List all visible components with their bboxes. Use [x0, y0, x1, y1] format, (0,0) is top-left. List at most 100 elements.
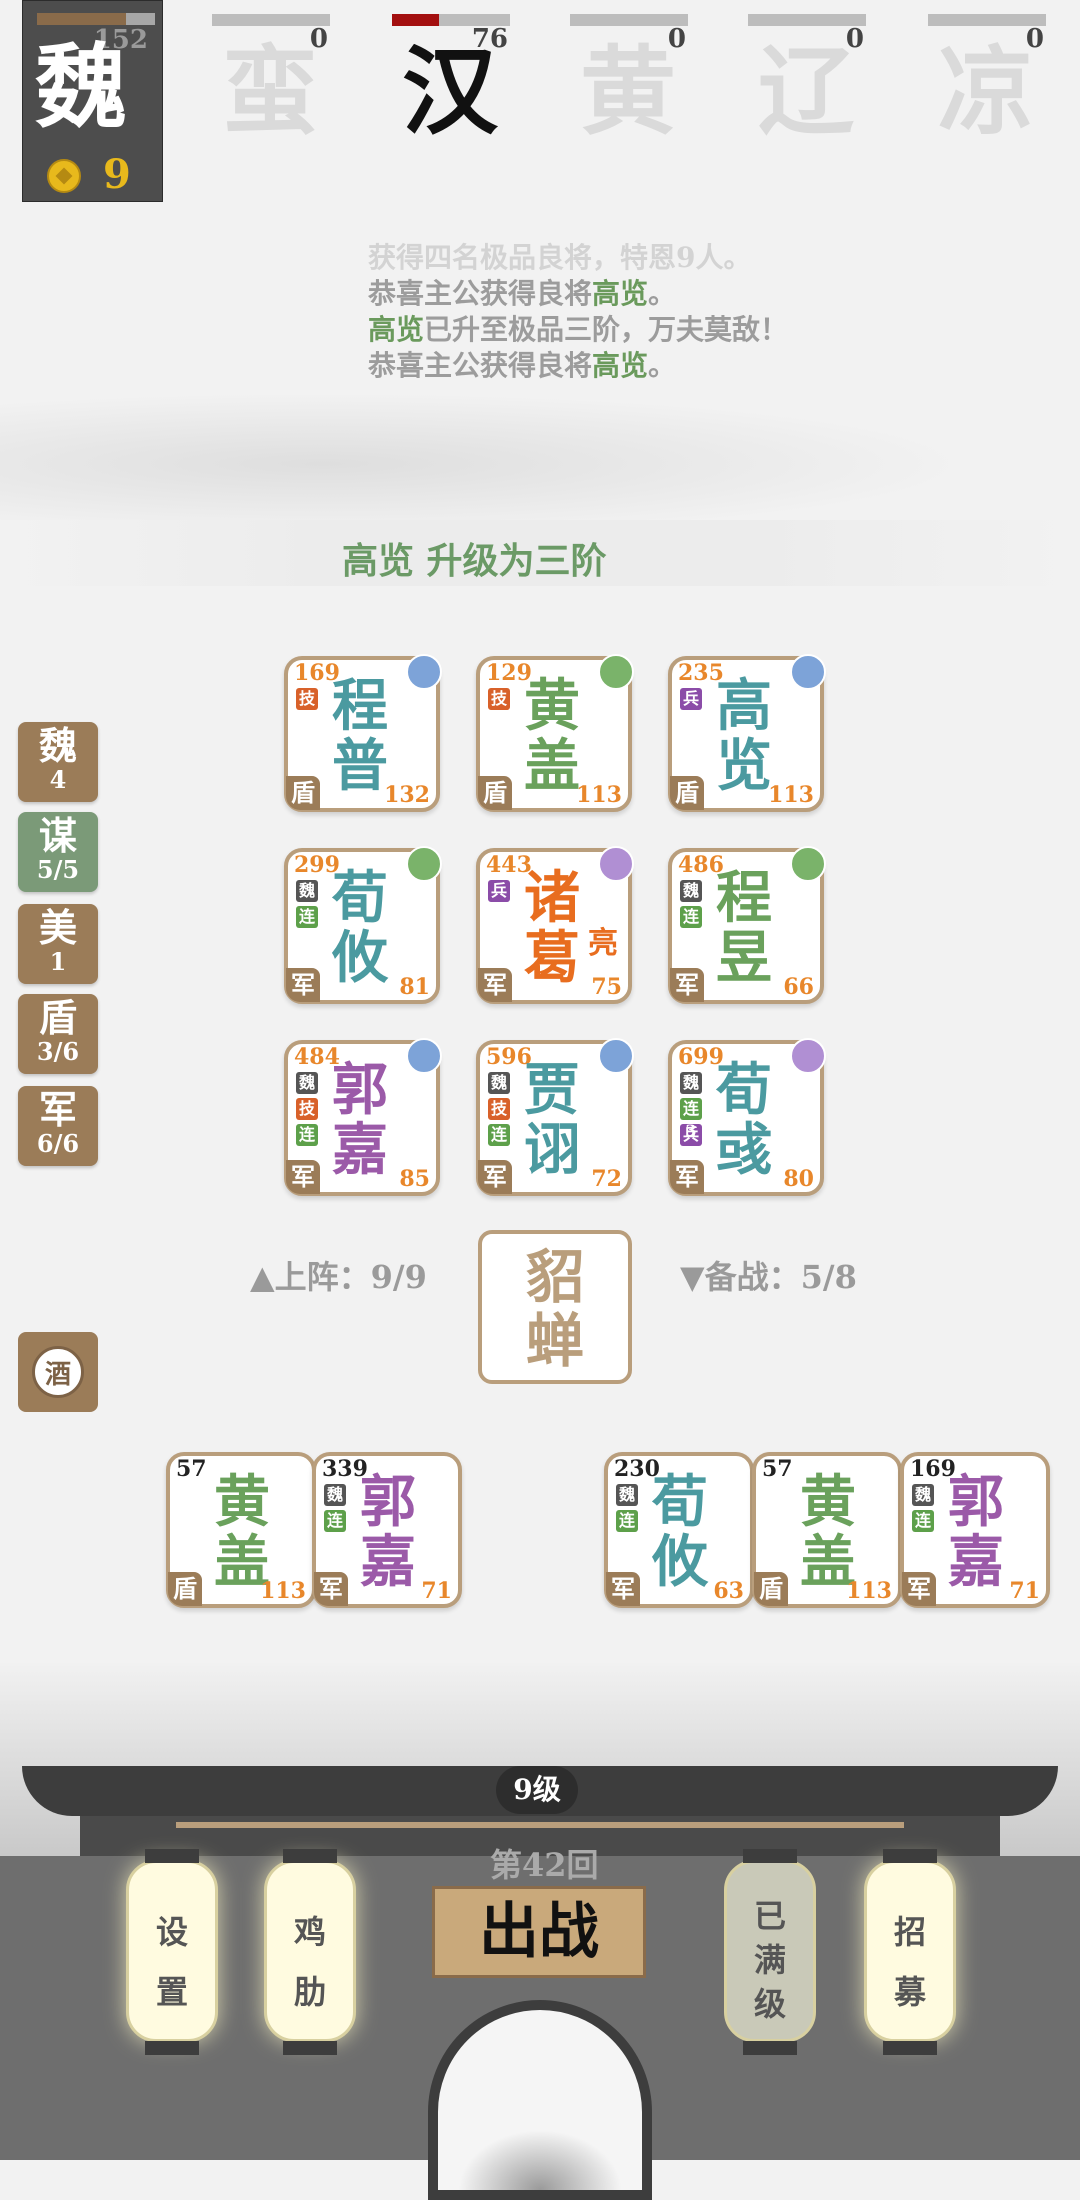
- card-tag: 魏: [488, 1072, 510, 1094]
- card-name-2: 嘉: [360, 1529, 416, 1595]
- card-tag: 兵: [680, 1124, 702, 1146]
- tab-shield[interactable]: 盾 3/6: [18, 994, 98, 1074]
- weapon-icon: [790, 1038, 826, 1074]
- rival-faction-1[interactable]: 76 汉: [392, 10, 510, 140]
- tab-strategy[interactable]: 谋 5/5: [18, 812, 98, 892]
- promotion-banner: 高览 升级为三阶: [0, 520, 1080, 586]
- card-name-2: 盖: [524, 733, 580, 799]
- formation-card[interactable]: 235 兵高览盾 113: [668, 654, 826, 812]
- tab-army[interactable]: 军 6/6: [18, 1086, 98, 1166]
- card-name-2: 诩: [524, 1117, 580, 1183]
- round-label: 第42回: [490, 1846, 599, 1884]
- card-tag: 魏: [324, 1484, 346, 1506]
- card-tag: 魏: [296, 880, 318, 902]
- card-tags: 兵: [680, 688, 706, 714]
- formation-card[interactable]: 129 技黄盖盾 113: [476, 654, 634, 812]
- card-class: 军: [670, 1160, 704, 1194]
- featured-hero-card[interactable]: 貂 蝉: [478, 1230, 632, 1384]
- card-tag: 连2: [296, 906, 318, 948]
- settings-button[interactable]: 设置: [126, 1849, 218, 2055]
- card-name-1: 荀: [332, 865, 388, 931]
- wine-button[interactable]: 酒: [18, 1332, 98, 1412]
- card-name-1: 黄: [524, 673, 580, 739]
- card-class: 军: [286, 1160, 320, 1194]
- card-tags: 兵: [488, 880, 514, 906]
- card-name-2: 昱: [716, 925, 772, 991]
- card-tags: 魏连2: [296, 880, 322, 948]
- event-log: 获得四名极品良将，特恩9人。 恭喜主公获得良将高览。 高览已升至极品三阶，万夫莫…: [368, 240, 868, 384]
- weapon-icon: [598, 1038, 634, 1074]
- card-tag: 连: [616, 1510, 638, 1532]
- card-level: 57: [762, 1456, 793, 1482]
- card-name-1: 黄: [800, 1469, 856, 1535]
- card-tag: 魏: [680, 880, 702, 902]
- card-power: 85: [399, 1166, 430, 1192]
- card-power: 113: [768, 782, 814, 808]
- card-name-2: 葛: [524, 925, 580, 991]
- card-power: 75: [591, 974, 622, 1000]
- card-tags: 魏连: [616, 1484, 642, 1536]
- bench-card[interactable]: 230 魏连荀攸军 63: [604, 1452, 754, 1608]
- bench-card[interactable]: 57 黄盖盾 113: [166, 1452, 316, 1608]
- card-name-2: 攸: [332, 925, 388, 991]
- card-class: 军: [478, 968, 512, 1002]
- card-name-1: 荀: [652, 1469, 708, 1535]
- rival-faction-4[interactable]: 0 凉: [928, 10, 1046, 140]
- player-faction: 魏: [35, 33, 128, 141]
- card-tag: 连2: [296, 1124, 318, 1166]
- card-power: 66: [783, 974, 814, 1000]
- chicken-rib-button[interactable]: 鸡肋: [264, 1849, 356, 2055]
- gold-count: 9: [103, 151, 131, 198]
- card-tags: 魏连3兵: [680, 1072, 706, 1150]
- formation-card[interactable]: 443 兵诸葛亮军 75: [476, 846, 634, 1004]
- card-class: 军: [314, 1572, 348, 1606]
- player-badge[interactable]: 152 魏 9: [22, 0, 163, 202]
- tab-beauty[interactable]: 美1: [18, 904, 98, 984]
- player-hp-bar: [37, 13, 155, 25]
- formation-card[interactable]: 169 技程普盾 132: [284, 654, 442, 812]
- weapon-icon: [598, 654, 634, 690]
- bench-card[interactable]: 169 魏连郭嘉军 71: [900, 1452, 1050, 1608]
- card-name-2: 普: [332, 733, 388, 799]
- card-name-1: 黄: [214, 1469, 270, 1535]
- card-tag: 连: [912, 1510, 934, 1532]
- log-line: 高览已升至极品三阶，万夫莫敌！: [368, 313, 789, 346]
- formation-card[interactable]: 596 魏技连贾诩军 72: [476, 1038, 634, 1196]
- level-badge: 9级: [496, 1766, 578, 1814]
- card-tag: 连3: [680, 1098, 702, 1140]
- card-tags: 魏连: [680, 880, 706, 932]
- bench-card[interactable]: 57 黄盖盾 113: [752, 1452, 902, 1608]
- fight-button[interactable]: 出战: [432, 1886, 646, 1978]
- recruit-button[interactable]: 招募: [864, 1849, 956, 2055]
- card-class: 盾: [168, 1572, 202, 1606]
- weapon-icon: [406, 1038, 442, 1074]
- card-tags: 魏技连2: [296, 1072, 322, 1166]
- card-name-1: 程: [332, 673, 388, 739]
- card-class: 军: [606, 1572, 640, 1606]
- weapon-icon: [790, 846, 826, 882]
- card-class: 盾: [754, 1572, 788, 1606]
- card-name-2: 彧: [716, 1117, 772, 1183]
- rival-faction-2[interactable]: 0 黄: [570, 10, 688, 140]
- formation-card[interactable]: 299 魏连2 荀攸军 81: [284, 846, 442, 1004]
- card-tags: 魏连: [324, 1484, 350, 1536]
- weapon-icon: [790, 654, 826, 690]
- rival-faction-3[interactable]: 0 辽: [748, 10, 866, 140]
- card-class: 军: [670, 968, 704, 1002]
- formation-card[interactable]: 486 魏连程昱军 66: [668, 846, 826, 1004]
- card-tag: 技: [296, 688, 318, 710]
- formation-card[interactable]: 484 魏技连2 郭嘉军 85: [284, 1038, 442, 1196]
- card-name-2: 攸: [652, 1529, 708, 1595]
- card-name-1: 郭: [332, 1057, 388, 1123]
- formation-card[interactable]: 699魏连3兵荀彧军80: [668, 1038, 826, 1196]
- tab-wei[interactable]: 魏4: [18, 722, 98, 802]
- max-level-button[interactable]: 已满级: [724, 1849, 816, 2055]
- card-class: 盾: [670, 776, 704, 810]
- card-tag: 兵: [680, 688, 702, 710]
- bench-card[interactable]: 339 魏连郭嘉军 71: [312, 1452, 462, 1608]
- beam-trim: [176, 1822, 904, 1828]
- card-power: 132: [384, 782, 430, 808]
- rival-faction-0[interactable]: 0 蛮: [212, 10, 330, 140]
- card-tag: 兵: [488, 880, 510, 902]
- weapon-icon: [598, 846, 634, 882]
